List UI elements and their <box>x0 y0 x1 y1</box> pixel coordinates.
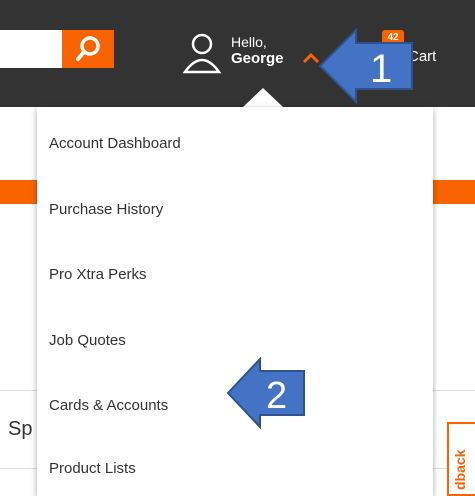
search-input[interactable] <box>0 30 62 68</box>
callout-number-2: 2 <box>266 375 287 417</box>
search-icon <box>76 36 100 61</box>
user-icon <box>182 33 222 74</box>
callout-number-1: 1 <box>370 47 392 91</box>
background-heading-fragment: Sp <box>8 418 33 440</box>
account-dropdown-menu: Account Dashboard Purchase History Pro X… <box>37 107 433 496</box>
menu-item-pro-xtra-perks[interactable]: Pro Xtra Perks <box>49 266 147 283</box>
menu-item-account-dashboard[interactable]: Account Dashboard <box>49 135 181 152</box>
menu-item-purchase-history[interactable]: Purchase History <box>49 201 163 218</box>
search-button[interactable] <box>62 30 114 68</box>
callout-arrow-2: 2 <box>226 357 305 429</box>
menu-item-cards-accounts[interactable]: Cards & Accounts <box>49 397 168 414</box>
dropdown-pointer <box>243 88 283 107</box>
account-menu-trigger[interactable]: Hello, George <box>181 30 331 74</box>
callout-arrow-1: 1 <box>318 28 413 104</box>
account-name: George <box>231 50 284 67</box>
feedback-label: dback <box>452 449 468 490</box>
menu-item-job-quotes[interactable]: Job Quotes <box>49 332 126 349</box>
menu-item-product-lists[interactable]: Product Lists <box>49 460 136 477</box>
feedback-tab[interactable]: dback <box>447 422 475 496</box>
account-greeting: Hello, <box>231 34 267 50</box>
